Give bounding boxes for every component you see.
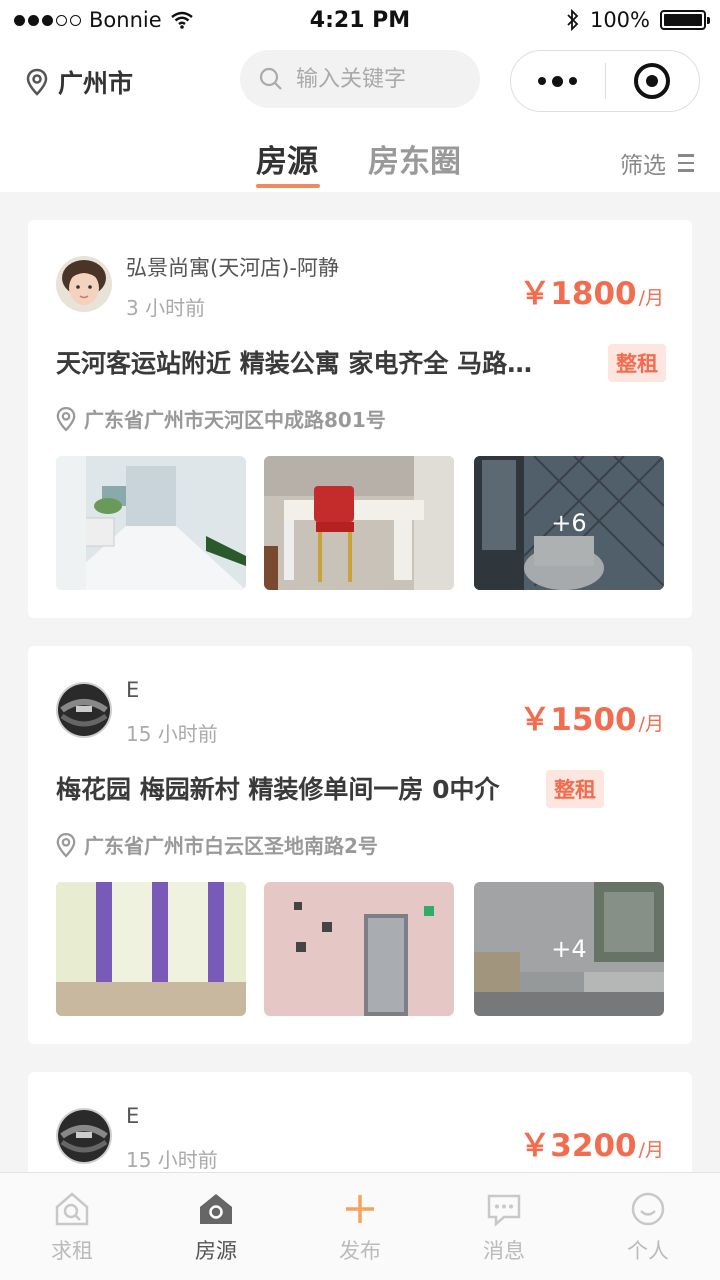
tab-label: 发布 <box>339 1239 381 1263</box>
listing-photo[interactable] <box>264 456 454 590</box>
user-name: E <box>126 678 140 702</box>
location-pin-icon <box>56 406 76 432</box>
location-pin-icon <box>26 68 48 96</box>
status-bar: Bonnie 4:21 PM 100% <box>0 0 720 40</box>
battery-percent: 100% <box>589 8 650 32</box>
city-label: 广州市 <box>58 69 134 98</box>
price: ￥1500 /月 <box>519 694 664 739</box>
listing-title[interactable]: 天河客运站附近 精装公寓 家电齐全 马路… <box>56 344 576 380</box>
listing-photo[interactable] <box>56 882 246 1016</box>
price-unit: /月 <box>638 287 664 309</box>
tab-profile[interactable]: 个人 <box>576 1173 720 1280</box>
listing-photo[interactable]: +4 <box>474 882 664 1016</box>
signal-icon <box>14 14 81 26</box>
tab-landlord-circle[interactable]: 房东圈 <box>368 136 461 181</box>
post-time: 15 小时前 <box>126 1148 218 1172</box>
search-box[interactable] <box>240 50 480 108</box>
photo-strip: +4 <box>56 882 664 1016</box>
price-value: ￥1800 <box>519 276 637 312</box>
search-input[interactable] <box>296 66 456 92</box>
price: ￥1800 /月 <box>519 268 664 313</box>
address-text: 广东省广州市天河区中成路801号 <box>84 408 386 432</box>
price-unit: /月 <box>638 713 664 735</box>
user-name: 弘景尚寓(天河店)-阿静 <box>126 256 339 280</box>
plus-icon <box>346 1195 374 1223</box>
tab-listings[interactable]: 房源 <box>256 136 318 181</box>
rent-type-tag: 整租 <box>546 770 604 808</box>
target-icon <box>634 63 671 99</box>
listing-photo[interactable]: +6 <box>474 456 664 590</box>
listing-title[interactable]: 梅花园 梅园新村 精装修单间一房 0中介 <box>56 770 546 806</box>
house-icon <box>200 1194 232 1224</box>
bluetooth-icon <box>567 9 579 31</box>
more-menu-button[interactable] <box>511 51 605 111</box>
active-tab-indicator <box>256 184 320 188</box>
more-dots-icon <box>538 75 578 87</box>
listing-address: 广东省广州市白云区圣地南路2号 <box>56 830 378 859</box>
price-value: ￥1500 <box>519 702 637 738</box>
tab-label: 个人 <box>627 1239 669 1263</box>
search-icon <box>259 67 282 90</box>
tab-listings-nav[interactable]: 房源 <box>144 1173 288 1280</box>
tab-label: 求租 <box>51 1239 93 1263</box>
header: 广州市 房源 房东圈 筛选 <box>0 40 720 192</box>
more-photos-count[interactable]: +6 <box>474 456 664 590</box>
smile-icon <box>631 1192 665 1226</box>
avatar[interactable] <box>56 1108 112 1164</box>
price: ￥3200 /月 <box>519 1120 664 1165</box>
bottom-tab-bar: 求租 房源 发布 消息 个人 <box>0 1172 720 1280</box>
listing-card[interactable]: 弘景尚寓(天河店)-阿静 3 小时前 ￥1800 /月 天河客运站附近 精装公寓… <box>28 220 692 618</box>
tab-publish[interactable]: 发布 <box>288 1173 432 1280</box>
miniprogram-capsule <box>510 50 700 112</box>
avatar[interactable] <box>56 256 112 312</box>
rent-type-tag: 整租 <box>608 344 666 382</box>
tab-messages[interactable]: 消息 <box>432 1173 576 1280</box>
filter-list-icon <box>678 154 694 172</box>
filter-button[interactable]: 筛选 <box>620 146 694 180</box>
top-tabs: 房源 房东圈 筛选 <box>0 136 720 192</box>
photo-strip: +6 <box>56 456 664 590</box>
user-name: E <box>126 1104 140 1128</box>
close-miniprogram-button[interactable] <box>606 51 700 111</box>
price-unit: /月 <box>638 1139 664 1161</box>
battery-icon <box>660 10 710 30</box>
tab-label: 消息 <box>483 1239 525 1263</box>
city-selector[interactable]: 广州市 <box>26 64 133 100</box>
post-time: 3 小时前 <box>126 296 206 320</box>
filter-label: 筛选 <box>620 153 666 179</box>
tab-seek-rent[interactable]: 求租 <box>0 1173 144 1280</box>
wifi-icon <box>170 11 193 29</box>
carrier-name: Bonnie <box>89 8 162 32</box>
price-value: ￥3200 <box>519 1128 637 1164</box>
search-house-icon <box>55 1192 89 1226</box>
address-text: 广东省广州市白云区圣地南路2号 <box>84 834 378 858</box>
listing-address: 广东省广州市天河区中成路801号 <box>56 404 386 433</box>
listing-card[interactable]: E 15 小时前 ￥1500 /月 梅花园 梅园新村 精装修单间一房 0中介 整… <box>28 646 692 1044</box>
listing-photo[interactable] <box>264 882 454 1016</box>
post-time: 15 小时前 <box>126 722 218 746</box>
message-icon <box>487 1194 521 1227</box>
location-pin-icon <box>56 832 76 858</box>
listing-photo[interactable] <box>56 456 246 590</box>
clock: 4:21 PM <box>309 7 411 33</box>
more-photos-count[interactable]: +4 <box>474 882 664 1016</box>
avatar[interactable] <box>56 682 112 738</box>
tab-label: 房源 <box>195 1239 237 1263</box>
